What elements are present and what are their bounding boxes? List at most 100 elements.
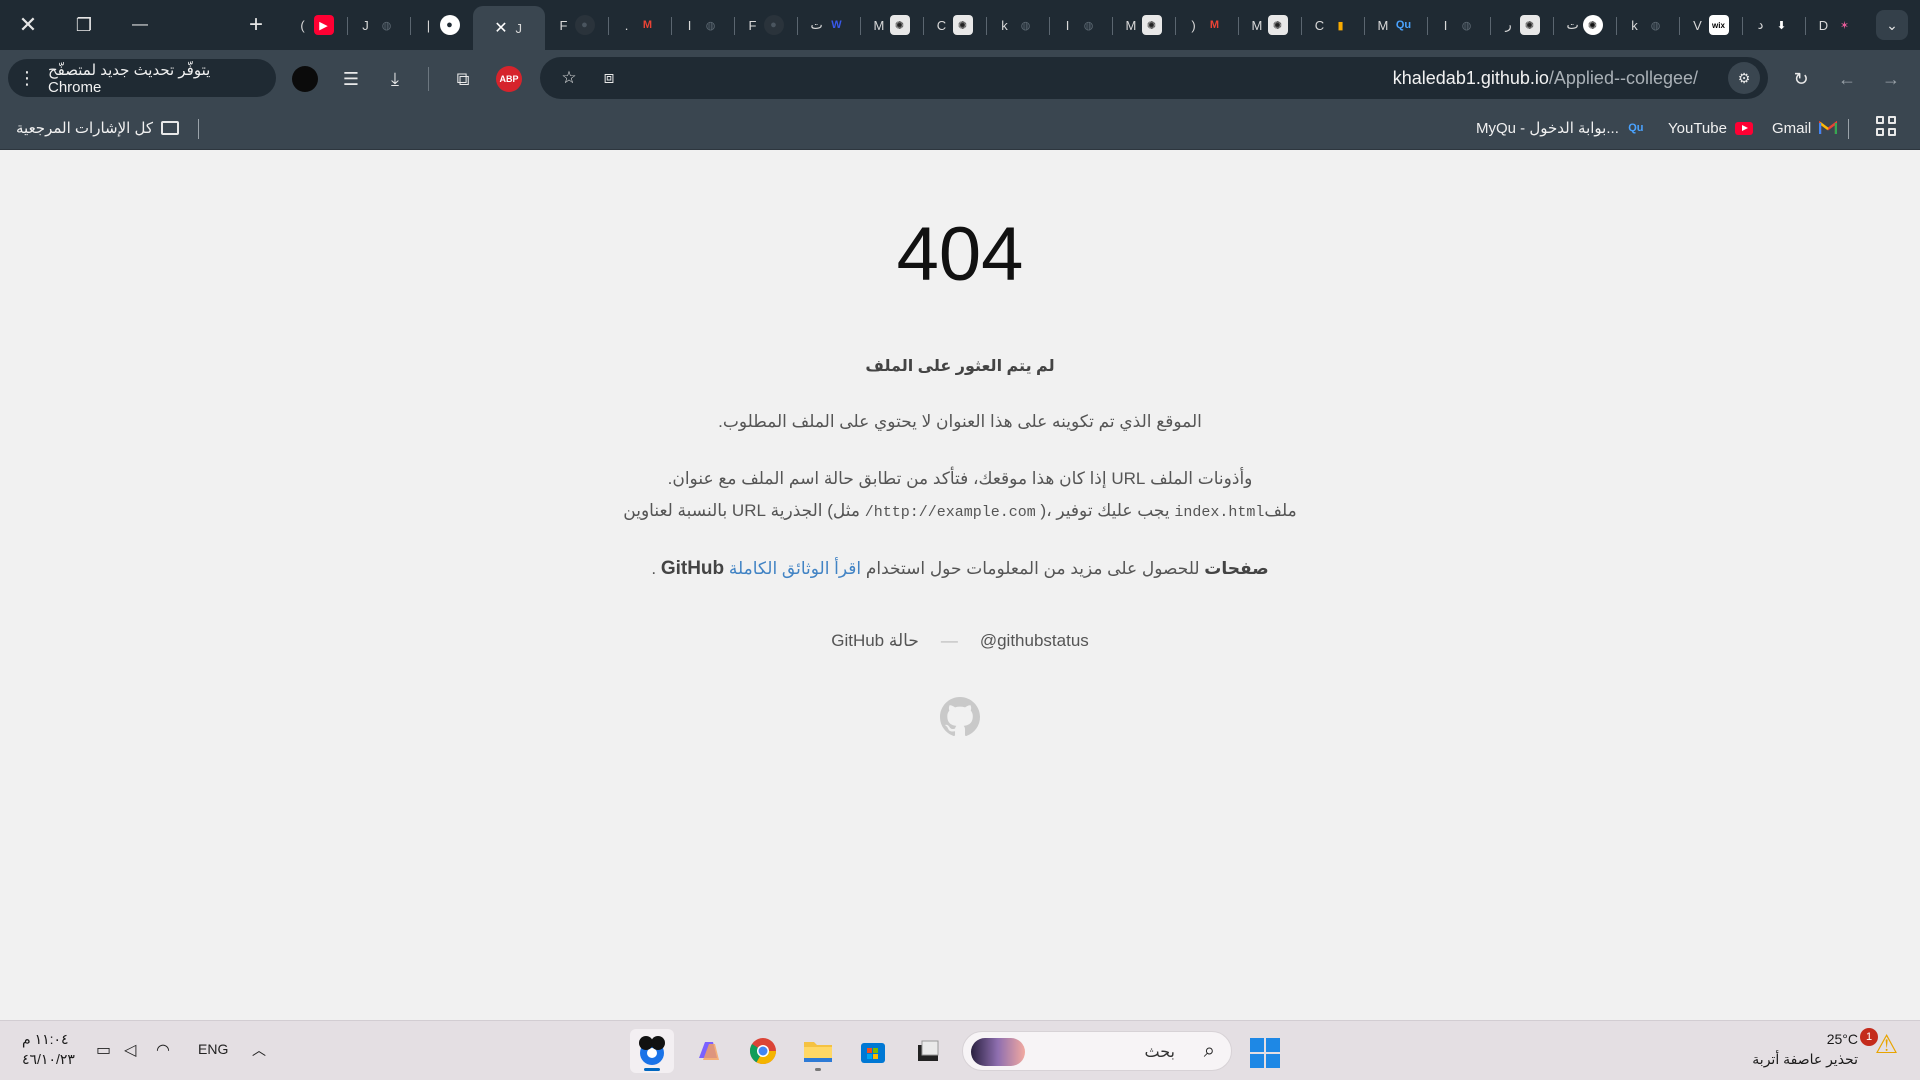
tab-separator [1805, 17, 1806, 35]
more-vert-icon: ⋮ [18, 68, 36, 88]
error-line-3: ملفindex.html يجب عليك توفير ،( http://e… [0, 501, 1920, 521]
browser-tab[interactable]: د ⬇ [1742, 6, 1805, 44]
tab-title: M [1251, 17, 1263, 33]
taskbar-search[interactable]: بحث ⌕ [962, 1031, 1232, 1071]
adblock-plus-button[interactable]: ABP [496, 66, 522, 92]
browser-tab[interactable]: M ✺ [1112, 6, 1175, 44]
browser-tab[interactable]: ) M [1175, 6, 1238, 44]
pages-bold: صفحات [1204, 559, 1269, 578]
reload-button[interactable]: ↻ [1786, 64, 1816, 94]
footer-links: GitHub حالة — @githubstatus [0, 631, 1920, 651]
browser-tab[interactable]: I ◍ [1049, 6, 1112, 44]
browser-tab[interactable]: ت ✺ [1553, 6, 1616, 44]
site-info-button[interactable]: ⚙ [1728, 62, 1760, 94]
browser-tab[interactable]: Vwix [1679, 6, 1742, 44]
bookmarks-separator [198, 119, 199, 139]
tab-separator [1049, 17, 1050, 35]
tab-separator [860, 17, 861, 35]
taskbar-app-unknown[interactable] [906, 1029, 950, 1073]
tab-title: M [1377, 17, 1389, 33]
tab-separator [1679, 17, 1680, 35]
error-line-4: صفحات للحصول على مزيد من المعلومات حول ا… [0, 558, 1920, 580]
github-logo-icon[interactable] [940, 697, 980, 737]
browser-tab[interactable]: .M [608, 6, 671, 44]
tab-title: | [426, 17, 431, 33]
update-chrome-button[interactable]: ⋮ يتوفّر تحديث جديد لمتصفّح Chrome [8, 59, 276, 97]
error-code: 404 [896, 212, 1024, 297]
browser-tab[interactable]: تW [797, 6, 860, 44]
tab-search-button[interactable]: ⌄ [1876, 10, 1908, 40]
close-window-button[interactable]: ✕ [0, 0, 56, 50]
minimize-window-button[interactable]: — [112, 0, 168, 50]
browser-tab[interactable]: M Qu [1364, 6, 1427, 44]
close-icon[interactable]: ✕ [494, 18, 507, 38]
translate-button[interactable]: ⧈ [596, 65, 622, 91]
address-bar[interactable]: ☆ ⧈ khaledab1.github.io/Applied--college… [540, 57, 1768, 99]
browser-tab[interactable]: C ✺ [923, 6, 986, 44]
input-language[interactable]: ENG [198, 1041, 228, 1057]
bookmark-myqu[interactable]: MyQu - بوابة الدخول... Qu [1476, 116, 1645, 140]
docs-link[interactable]: اقرأ الوثائق الكاملة [729, 559, 861, 578]
toolbar-divider [428, 67, 429, 91]
taskbar-app-browser-profile[interactable] [630, 1029, 674, 1073]
download-icon: ⬇ [1776, 19, 1787, 32]
chevron-up-icon[interactable]: ︿ [252, 1040, 266, 1060]
start-button[interactable] [1250, 1038, 1280, 1068]
browser-tab[interactable]: F ● [734, 6, 797, 44]
browser-tab[interactable]: ✕ J [473, 6, 545, 50]
weather-text: تحذير عاصفة أتربة [1752, 1051, 1858, 1067]
downloads-button[interactable]: ⤓ [380, 64, 410, 94]
githubstatus-link[interactable]: @githubstatus [980, 631, 1089, 651]
browser-tab[interactable]: ر ✺ [1490, 6, 1553, 44]
taskbar-app-copilot[interactable] [686, 1029, 730, 1073]
youtube-icon [1734, 121, 1753, 135]
github-status-link[interactable]: GitHub حالة [831, 631, 919, 651]
tab-separator [1238, 17, 1239, 35]
github-bold: GitHub [660, 558, 725, 579]
all-bookmarks-button[interactable]: كل الإشارات المرجعية [16, 116, 179, 140]
bookmark-gmail[interactable]: Gmail [1772, 116, 1838, 140]
minimize-icon: — [132, 16, 148, 33]
bookmark-youtube[interactable]: YouTube [1668, 116, 1753, 140]
bookmark-star-button[interactable]: ☆ [556, 65, 582, 91]
browser-tab[interactable]: k ◍ [1616, 6, 1679, 44]
folder-icon [161, 121, 179, 135]
apps-grid-button[interactable] [1876, 116, 1896, 136]
update-label: يتوفّر تحديث جديد لمتصفّح Chrome [48, 61, 211, 96]
browser-tab[interactable]: | ● [410, 6, 473, 44]
browser-tab[interactable]: J ◍ [347, 6, 410, 44]
restore-window-button[interactable]: ❐ [56, 0, 112, 50]
browser-tab[interactable]: C ▮ [1301, 6, 1364, 44]
browser-tab[interactable]: M ✺ [860, 6, 923, 44]
browser-tab[interactable]: (▶ [284, 6, 347, 44]
browser-tab[interactable]: D ✶ [1805, 6, 1868, 44]
taskbar-app-chrome[interactable] [741, 1029, 785, 1073]
browser-tab[interactable]: I ◍ [671, 6, 734, 44]
volume-icon[interactable]: ◁ [124, 1040, 136, 1060]
taskbar-app-store[interactable] [851, 1029, 895, 1073]
new-tab-button[interactable]: + [240, 10, 272, 40]
browser-tab[interactable]: M ✺ [1238, 6, 1301, 44]
media-controls-button[interactable]: ☰ [336, 64, 366, 94]
footer-dash: — [940, 631, 958, 650]
browser-tab[interactable]: F ● [545, 6, 608, 44]
close-icon: ✕ [18, 12, 38, 37]
browser-tab[interactable]: k ◍ [986, 6, 1049, 44]
example-url-code: http://example.com/ [864, 504, 1036, 521]
back-button[interactable]: ← [1832, 64, 1862, 94]
forward-button[interactable]: → [1876, 64, 1906, 94]
extensions-button[interactable]: ⧉ [448, 64, 478, 94]
taskbar-app-file-explorer[interactable] [796, 1029, 840, 1073]
clock-time: ١١:٠٤ م [22, 1031, 69, 1047]
tab-title: F [748, 17, 757, 33]
tab-separator [986, 17, 987, 35]
wifi-icon[interactable]: ◠ [156, 1040, 170, 1060]
browser-tab[interactable]: I ◍ [1427, 6, 1490, 44]
notification-badge: 1 [1860, 1028, 1878, 1046]
url-text[interactable]: khaledab1.github.io/Applied--collegee/ [1393, 68, 1698, 89]
weather-widget[interactable]: 25°C تحذير عاصفة أتربة ⚠ 1 [1752, 1028, 1898, 1069]
battery-icon[interactable]: ▭ [96, 1040, 111, 1060]
profile-avatar[interactable] [292, 66, 318, 92]
clock[interactable]: ١١:٠٤ م ٤٦/١٠/٢٣ [22, 1029, 75, 1069]
search-placeholder: بحث [1144, 1044, 1176, 1061]
